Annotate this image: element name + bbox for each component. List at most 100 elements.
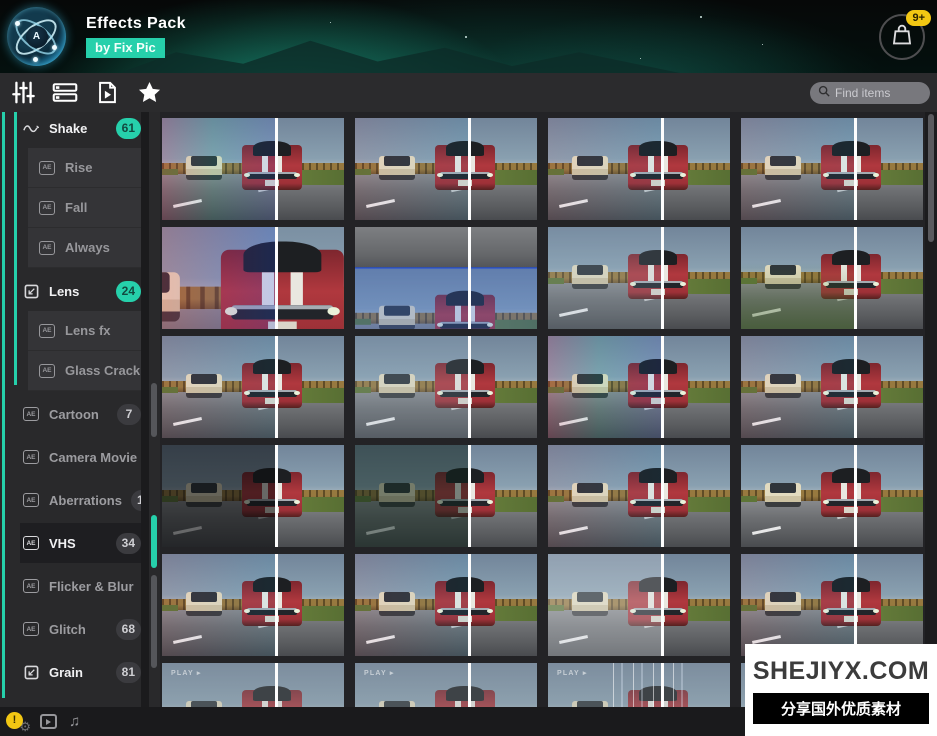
effect-thumbnail[interactable]: PLAY ▸: [741, 445, 923, 547]
sidebar-item-rise[interactable]: AE Rise: [28, 148, 141, 188]
search-input[interactable]: [835, 86, 937, 100]
effect-thumbnail[interactable]: PLAY ▸: [162, 227, 344, 329]
filter-sliders-icon[interactable]: [10, 80, 36, 106]
effect-overlay: [548, 118, 661, 220]
sidebar-item-label: Rise: [65, 160, 93, 175]
music-note-icon[interactable]: ♫: [69, 713, 80, 730]
compare-split-line: [660, 554, 664, 656]
sidebar-item-lens[interactable]: Lens 24: [20, 271, 141, 311]
effect-thumbnail[interactable]: PLAY ▸: [548, 227, 730, 329]
effect-thumbnail[interactable]: PLAY ▸: [355, 227, 537, 329]
effect-thumbnail[interactable]: PLAY ▸: [548, 445, 730, 547]
effect-thumbnail[interactable]: PLAY ▸: [355, 336, 537, 438]
watermark-slogan: 分享国外优质素材: [753, 692, 929, 724]
sidebar-accent-line: [2, 112, 5, 698]
effect-thumbnail[interactable]: PLAY ▸: [162, 336, 344, 438]
item-count-badge: 34: [115, 532, 141, 554]
warning-button[interactable]: ⚙ !: [6, 711, 31, 734]
effect-thumbnail[interactable]: PLAY ▸: [548, 118, 730, 220]
effect-overlay: [741, 445, 854, 547]
play-overlay-label: PLAY ▸: [557, 670, 588, 677]
compare-split-line: [660, 336, 664, 438]
item-count-badge: 12: [130, 489, 141, 511]
sidebar-item-always[interactable]: AE Always: [28, 228, 141, 268]
effect-thumbnail[interactable]: PLAY ▸: [355, 663, 537, 707]
effect-overlay: [162, 336, 275, 438]
sidebar-item-cartoon[interactable]: AE Cartoon 7: [20, 394, 141, 434]
ae-project-icon: AE: [38, 160, 56, 175]
preview-player-icon[interactable]: [40, 714, 57, 729]
effect-overlay: [162, 445, 275, 547]
effect-thumbnail[interactable]: PLAY ▸: [162, 445, 344, 547]
compare-split-line: [660, 663, 664, 707]
sidebar-item-label: Always: [65, 240, 110, 255]
compare-split-line: [853, 336, 857, 438]
effect-thumbnail[interactable]: PLAY ▸: [548, 554, 730, 656]
app-logo-icon[interactable]: A: [7, 7, 66, 66]
effect-thumbnail[interactable]: PLAY ▸: [162, 554, 344, 656]
content-scroll-track[interactable]: [925, 112, 937, 707]
compare-split-line: [274, 445, 278, 547]
effect-thumbnail[interactable]: PLAY ▸: [741, 336, 923, 438]
ae-project-icon: AE: [22, 579, 40, 593]
media-list-icon[interactable]: [52, 80, 78, 106]
effect-thumbnail[interactable]: PLAY ▸: [741, 118, 923, 220]
sidebar-item-lens-fx[interactable]: AE Lens fx: [28, 311, 141, 351]
sidebar-item-glitch[interactable]: AE Glitch 68: [20, 609, 141, 649]
sidebar-item-camera-movie[interactable]: AE Camera Movie: [20, 437, 141, 477]
compare-split-line: [274, 118, 278, 220]
sidebar-item-label: Fall: [65, 200, 88, 215]
ae-project-icon: AE: [38, 323, 56, 338]
video-file-icon[interactable]: [94, 80, 120, 106]
wave-icon: [22, 122, 40, 135]
sidebar-item-label: Camera Movie: [49, 449, 138, 465]
sidebar-scrollbar-thumb[interactable]: [151, 575, 157, 668]
sidebar-item-label: Flicker & Blur: [49, 578, 134, 594]
compare-split-line: [853, 227, 857, 329]
sidebar-scrollbar-segment[interactable]: [151, 383, 157, 437]
effect-thumbnail[interactable]: PLAY ▸: [355, 118, 537, 220]
item-count-badge: 24: [115, 280, 141, 302]
effect-overlay: [355, 554, 468, 656]
compare-split-line: [467, 336, 471, 438]
sidebar-item-fall[interactable]: AE Fall: [28, 188, 141, 228]
effect-overlay: [741, 118, 854, 220]
effect-thumbnail[interactable]: PLAY ▸: [741, 554, 923, 656]
effects-pack-app: A Effects Pack by Fix Pic 9+ Find items …: [0, 0, 937, 736]
effect-thumbnail[interactable]: PLAY ▸: [741, 227, 923, 329]
comp-icon: [22, 665, 40, 680]
sidebar-item-glass-crack[interactable]: AE Glass Crack: [28, 351, 141, 391]
effect-overlay: [162, 118, 275, 220]
ae-project-icon: AE: [22, 536, 40, 550]
effect-thumbnail[interactable]: PLAY ▸: [355, 445, 537, 547]
effect-thumbnail[interactable]: PLAY ▸: [162, 663, 344, 707]
effect-thumbnail[interactable]: PLAY ▸: [548, 336, 730, 438]
content-scrollbar-thumb[interactable]: [928, 114, 934, 242]
compare-split-line: [467, 663, 471, 707]
cart-button[interactable]: 9+: [879, 10, 931, 60]
sidebar-item-vhs[interactable]: AE VHS 34: [20, 523, 141, 563]
effect-overlay: [741, 227, 854, 329]
effect-thumbnail[interactable]: PLAY ▸: [162, 118, 344, 220]
atom-electron: [15, 21, 20, 26]
sidebar-item-flicker-blur[interactable]: AE Flicker & Blur 3: [20, 566, 141, 606]
effect-thumbnail[interactable]: PLAY ▸: [548, 663, 730, 707]
watermark-overlay: SHEJIYX.COM 分享国外优质素材: [745, 644, 937, 736]
favorites-star-icon[interactable]: [136, 80, 162, 106]
sidebar-item-aberrations[interactable]: AE Aberrations 12: [20, 480, 141, 520]
item-count-badge: 68: [115, 618, 141, 640]
play-overlay-label: PLAY ▸: [364, 670, 395, 677]
play-overlay-label: PLAY ▸: [171, 670, 202, 677]
search-icon: [818, 84, 830, 102]
sidebar-item-shake[interactable]: Shake 61: [20, 112, 141, 148]
aurora-mountains-art: [120, 40, 680, 73]
effect-overlay: [162, 227, 275, 329]
effect-thumbnail[interactable]: PLAY ▸: [355, 554, 537, 656]
effect-overlay: [355, 118, 468, 220]
main-toolbar: [0, 73, 937, 112]
effect-overlay: [548, 554, 661, 656]
sidebar-item-label: Lens: [49, 283, 80, 299]
sidebar-item-grain[interactable]: Grain 81: [20, 652, 141, 692]
item-count-badge: 81: [115, 661, 141, 683]
compare-split-line: [274, 663, 278, 707]
